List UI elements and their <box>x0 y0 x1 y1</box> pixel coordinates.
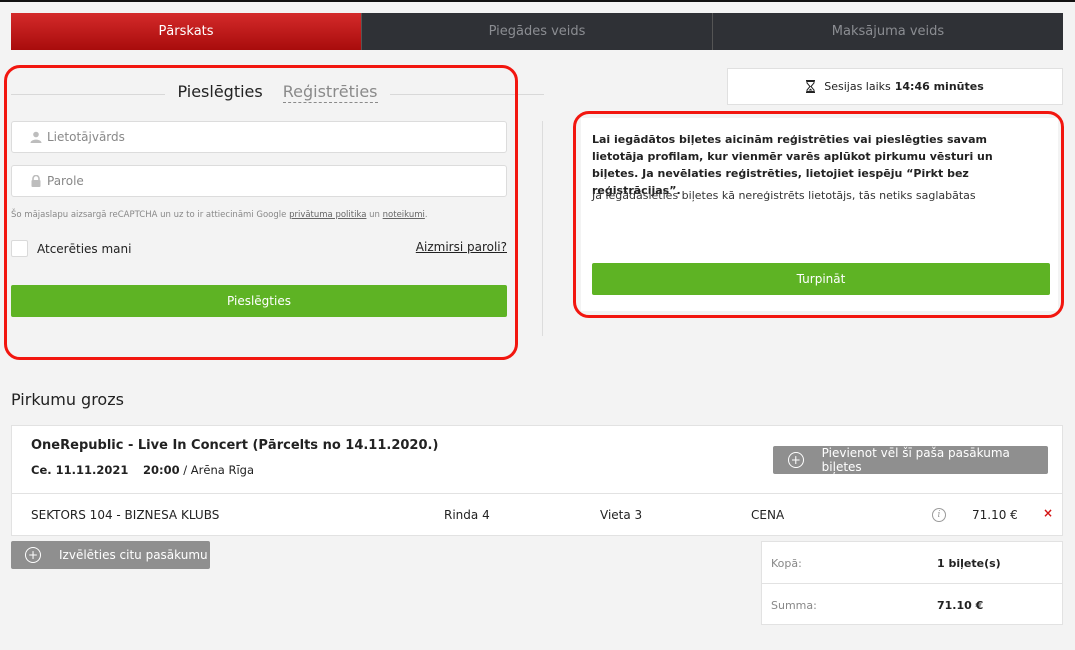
recaptcha-notice: Šo mājaslapu aizsargā reCAPTCHA un uz to… <box>11 210 428 220</box>
recaptcha-period: . <box>424 210 428 220</box>
remember-checkbox[interactable] <box>11 240 28 257</box>
password-input[interactable] <box>47 174 467 188</box>
event-name: OneRepublic - Live In Concert (Pārcelts … <box>31 438 439 453</box>
cart-summary: Kopā: 1 biļete(s) Summa: 71.10 € <box>761 541 1063 625</box>
tab-login[interactable]: Pieslēgties <box>165 82 275 101</box>
username-field[interactable] <box>11 121 507 153</box>
sum-value: 71.10 € <box>937 599 984 612</box>
session-time: 14:46 minūtes <box>894 80 984 93</box>
remove-ticket-icon[interactable]: × <box>1043 506 1053 520</box>
total-label: Kopā: <box>771 557 802 570</box>
session-label: Sesijas laiks <box>824 80 891 93</box>
plus-circle-icon: + <box>25 547 41 563</box>
sum-label: Summa: <box>771 599 817 612</box>
ticket-seat: Vieta 3 <box>600 508 643 522</box>
recaptcha-text: Šo mājaslapu aizsargā reCAPTCHA un uz to… <box>11 210 287 220</box>
other-event-label: Izvēlēties citu pasākumu <box>59 548 208 562</box>
recaptcha-and: un <box>369 210 380 220</box>
session-timer: Sesijas laiks 14:46 minūtes <box>727 68 1063 105</box>
add-same-event-tickets-button[interactable]: + Pievienot vēl šī paša pasākuma biļetes <box>773 446 1048 474</box>
ticket-price: 71.10 € <box>972 508 1018 522</box>
hourglass-icon <box>806 80 816 93</box>
step-label: Piegādes veids <box>488 24 586 39</box>
login-panel: Pieslēgties Reģistrēties Šo mājaslapu aiz… <box>11 70 544 350</box>
tab-register[interactable]: Reģistrēties <box>282 82 378 103</box>
username-input[interactable] <box>47 130 467 144</box>
step-payment[interactable]: Maksājuma veids <box>713 13 1063 50</box>
ticket-price-label: CENA <box>751 508 785 522</box>
auth-tabs: Pieslēgties Reģistrēties <box>11 82 544 108</box>
ticket-row: SEKTORS 104 - BIZNESA KLUBS Rinda 4 Viet… <box>12 493 1062 535</box>
guest-warning: Ja iegādāsieties biļetes kā nereģistrēts… <box>592 189 976 202</box>
cart-title: Pirkumu grozs <box>11 390 124 409</box>
login-button[interactable]: Pieslēgties <box>11 285 507 317</box>
step-delivery[interactable]: Piegādes veids <box>362 13 713 50</box>
add-button-label: Pievienot vēl šī paša pasākuma biļetes <box>821 446 1010 474</box>
privacy-policy-link[interactable]: privātuma politika <box>289 210 366 220</box>
event-card: OneRepublic - Live In Concert (Pārcelts … <box>11 425 1063 536</box>
vertical-divider <box>542 121 543 336</box>
ticket-row-number: Rinda 4 <box>444 508 490 522</box>
plus-circle-icon: + <box>788 452 804 468</box>
step-label: Maksājuma veids <box>831 24 945 39</box>
event-meta: Ce. 11.11.2021 20:00 / Arēna Rīga <box>31 463 254 477</box>
password-field[interactable] <box>11 165 507 197</box>
info-icon[interactable]: i <box>932 508 946 522</box>
choose-other-event-button[interactable]: + Izvēlēties citu pasākumu <box>11 541 210 569</box>
event-date: Ce. 11.11.2021 <box>31 463 129 477</box>
event-time: 20:00 <box>143 463 180 477</box>
summary-total-row: Kopā: 1 biļete(s) <box>762 542 1062 583</box>
top-border <box>0 0 1075 2</box>
checkout-steps: Pārskats Piegādes veids Maksājuma veids <box>11 13 1063 50</box>
event-venue: / Arēna Rīga <box>183 463 254 477</box>
user-icon <box>30 131 42 143</box>
ticket-sector: SEKTORS 104 - BIZNESA KLUBS <box>31 508 220 522</box>
continue-button[interactable]: Turpināt <box>592 263 1050 295</box>
terms-link[interactable]: noteikumi <box>383 210 425 220</box>
total-value: 1 biļete(s) <box>937 557 1001 570</box>
forgot-password-link[interactable]: Aizmirsi paroli? <box>416 240 507 254</box>
step-overview[interactable]: Pārskats <box>11 13 362 50</box>
remember-me[interactable]: Atcerēties mani <box>11 240 131 257</box>
lock-icon <box>30 175 42 187</box>
guest-info-panel: Lai iegādātos biļetes aicinām reģistrēti… <box>581 118 1058 311</box>
summary-sum-row: Summa: 71.10 € <box>762 583 1062 624</box>
remember-label: Atcerēties mani <box>37 241 132 256</box>
step-label: Pārskats <box>158 24 214 39</box>
